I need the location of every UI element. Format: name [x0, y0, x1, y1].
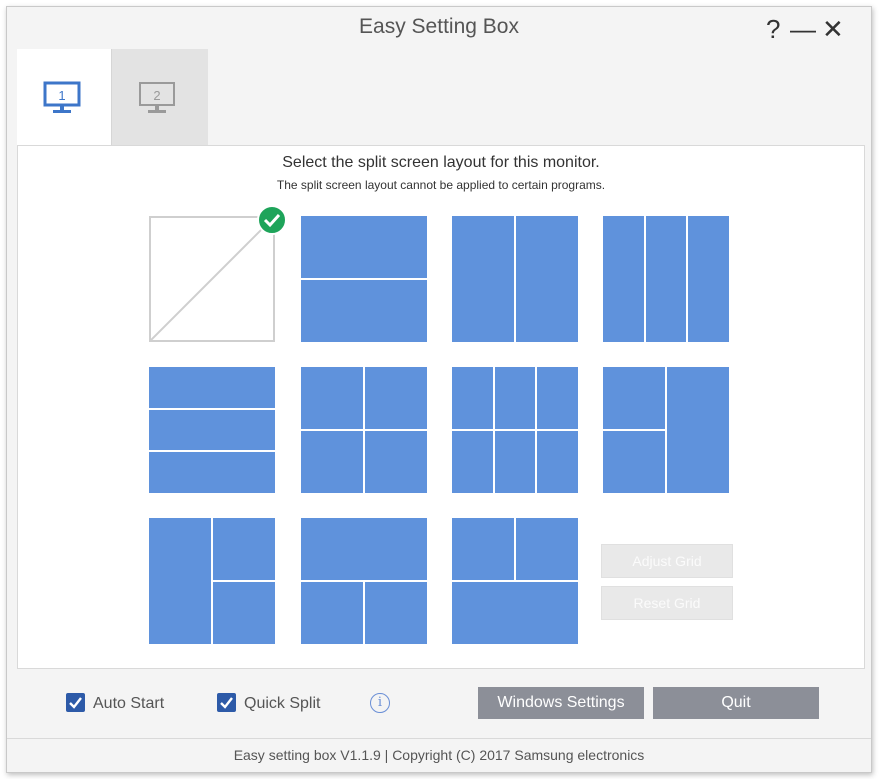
pane: [301, 280, 427, 342]
monitor-icon: 2: [139, 82, 175, 113]
reset-grid-button[interactable]: Reset Grid: [601, 586, 733, 620]
pane: [603, 216, 644, 342]
info-icon[interactable]: i: [370, 693, 390, 713]
layout-none[interactable]: [149, 216, 275, 342]
layout-left-split-right-full[interactable]: [603, 367, 729, 493]
layout-panel: Select the split screen layout for this …: [17, 145, 865, 669]
layout-left-full-right-split[interactable]: [149, 518, 275, 644]
check-icon: [220, 697, 233, 709]
copyright-text: Easy setting box V1.1.9 | Copyright (C) …: [233, 747, 645, 763]
layout-4-grid[interactable]: [301, 367, 427, 493]
check-icon: [69, 697, 82, 709]
easy-setting-box-window: Easy Setting Box ? — ✕ 1 2 Select the sp…: [6, 6, 872, 773]
title-bar: Easy Setting Box ? — ✕: [7, 7, 871, 49]
panel-heading: Select the split screen layout for this …: [282, 154, 600, 171]
pane: [537, 431, 578, 493]
pane: [365, 367, 427, 429]
minimize-button[interactable]: —: [790, 15, 816, 43]
windows-settings-button[interactable]: Windows Settings: [478, 687, 644, 719]
quick-split-checkbox[interactable]: [217, 693, 236, 712]
monitor-icon: 1: [43, 81, 81, 113]
auto-start-label: Auto Start: [93, 695, 165, 712]
pane: [365, 582, 427, 644]
pane: [452, 367, 493, 429]
window-title: Easy Setting Box: [359, 15, 519, 38]
pane: [149, 518, 211, 644]
pane: [301, 582, 363, 644]
tab-monitor-2[interactable]: 2: [111, 49, 208, 145]
pane: [365, 431, 427, 493]
pane: [537, 367, 578, 429]
help-button[interactable]: ?: [766, 15, 780, 43]
pane: [301, 367, 363, 429]
layout-6-grid[interactable]: [452, 367, 578, 493]
pane: [603, 431, 665, 493]
pane: [301, 431, 363, 493]
close-button[interactable]: ✕: [822, 15, 844, 43]
pane: [603, 367, 665, 429]
layout-top-split-bottom-full[interactable]: [452, 518, 578, 644]
pane: [667, 367, 729, 493]
pane: [452, 431, 493, 493]
panel-subheading: The split screen layout cannot be applie…: [276, 178, 606, 192]
layout-2-vertical[interactable]: [452, 216, 578, 342]
pane: [495, 431, 535, 493]
adjust-grid-button[interactable]: Adjust Grid: [601, 544, 733, 578]
pane: [452, 582, 578, 644]
auto-start-checkbox[interactable]: [66, 693, 85, 712]
pane: [149, 410, 275, 450]
pane: [495, 367, 535, 429]
pane: [452, 518, 514, 580]
pane: [516, 216, 578, 342]
pane: [213, 582, 275, 644]
layout-2-horizontal[interactable]: [301, 216, 427, 342]
footer-divider: [7, 738, 871, 739]
pane: [149, 452, 275, 493]
no-split-diagonal-icon: [151, 218, 273, 340]
pane: [452, 216, 514, 342]
pane: [688, 216, 729, 342]
pane: [301, 216, 427, 278]
quick-split-label: Quick Split: [244, 695, 321, 712]
pane: [149, 367, 275, 408]
pane: [646, 216, 686, 342]
pane: [516, 518, 578, 580]
pane: [301, 518, 427, 580]
selected-check-icon: [257, 205, 287, 235]
layout-3-horizontal[interactable]: [149, 367, 275, 493]
tab-2-label: 2: [153, 88, 160, 103]
quit-button[interactable]: Quit: [653, 687, 819, 719]
tab-1-label: 1: [58, 88, 65, 103]
tab-monitor-1[interactable]: 1: [17, 49, 111, 145]
pane: [213, 518, 275, 580]
layout-top-full-bottom-split[interactable]: [301, 518, 427, 644]
layout-3-vertical[interactable]: [603, 216, 729, 342]
